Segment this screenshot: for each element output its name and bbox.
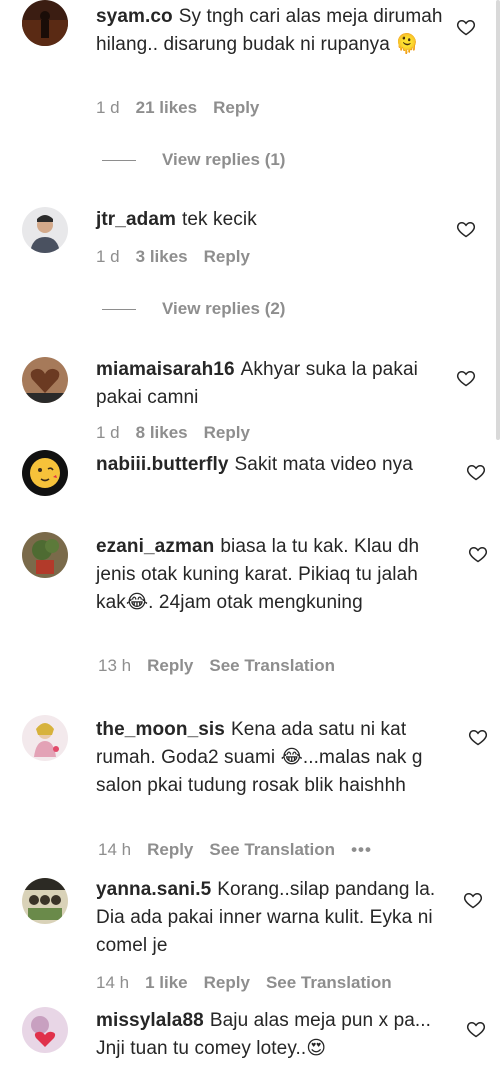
- comment-body: nabiii.butterfly Sakit mata video nya: [96, 451, 444, 479]
- comment-time: 14 h: [98, 840, 132, 859]
- comment-meta: 14 h 1 like Reply See Translation: [96, 973, 408, 993]
- heart-icon[interactable]: [468, 727, 488, 747]
- comment-body: the_moon_sis Kena ada satu ni kat rumah. …: [96, 716, 444, 800]
- comment-body: miamaisarah16 Akhyar suka la pakai pakai …: [96, 356, 444, 412]
- view-replies-button[interactable]: View replies (2): [102, 299, 285, 319]
- heart-icon[interactable]: [466, 462, 486, 482]
- comment-meta: 14 h Reply See Translation •••: [98, 840, 388, 860]
- view-replies-label: View replies (1): [162, 150, 286, 169]
- comment-time: 1 d: [96, 423, 120, 441]
- reply-button[interactable]: Reply: [204, 423, 250, 441]
- reply-button[interactable]: Reply: [147, 840, 193, 859]
- likes-count[interactable]: 8 likes: [136, 423, 188, 441]
- divider-line: [102, 160, 136, 162]
- scrollbar[interactable]: [496, 0, 500, 440]
- avatar[interactable]: [22, 450, 68, 496]
- see-translation-button[interactable]: See Translation: [266, 973, 392, 992]
- avatar[interactable]: [22, 357, 68, 403]
- divider-line: [102, 309, 136, 311]
- heart-icon[interactable]: [466, 1019, 486, 1039]
- heart-icon[interactable]: [456, 368, 476, 388]
- username-link[interactable]: ezani_azman: [96, 536, 214, 557]
- comment-text: tek kecik: [182, 209, 257, 230]
- likes-count[interactable]: 1 like: [145, 973, 188, 992]
- avatar[interactable]: [22, 715, 68, 761]
- likes-count[interactable]: 3 likes: [136, 247, 188, 266]
- heart-icon[interactable]: [456, 219, 476, 239]
- comment-meta: 1 d 8 likes Reply: [96, 423, 266, 441]
- comment-time: 14 h: [96, 973, 130, 992]
- reply-button[interactable]: Reply: [213, 98, 259, 117]
- see-translation-button[interactable]: See Translation: [209, 656, 335, 675]
- reply-button[interactable]: Reply: [204, 973, 250, 992]
- comment-meta: 13 h Reply See Translation: [98, 656, 351, 676]
- heart-icon[interactable]: [468, 544, 488, 564]
- reply-button[interactable]: Reply: [204, 247, 250, 266]
- avatar[interactable]: [22, 1007, 68, 1053]
- see-translation-button[interactable]: See Translation: [209, 840, 335, 859]
- avatar[interactable]: [22, 878, 68, 924]
- comment-body: jtr_adam tek kecik: [96, 206, 444, 234]
- view-replies-button[interactable]: View replies (1): [102, 150, 285, 170]
- username-link[interactable]: syam.co: [96, 6, 173, 27]
- comment-meta: 1 d 3 likes Reply: [96, 247, 266, 267]
- comment-body: ezani_azman biasa la tu kak. Klau dh jeni…: [96, 533, 444, 617]
- avatar[interactable]: [22, 0, 68, 46]
- likes-count[interactable]: 21 likes: [136, 98, 197, 117]
- view-replies-label: View replies (2): [162, 299, 286, 318]
- avatar[interactable]: [22, 207, 68, 253]
- reply-button[interactable]: Reply: [147, 656, 193, 675]
- comment-text: Sakit mata video nya: [234, 454, 413, 475]
- more-dots-icon[interactable]: •••: [351, 840, 372, 859]
- comment-time: 1 d: [96, 98, 120, 117]
- comment-body: yanna.sani.5 Korang..silap pandang la. Di…: [96, 876, 444, 960]
- username-link[interactable]: nabiii.butterfly: [96, 454, 229, 475]
- comment-meta: 1 d 21 likes Reply: [96, 98, 275, 118]
- username-link[interactable]: miamaisarah16: [96, 359, 235, 380]
- comment-time: 13 h: [98, 656, 132, 675]
- comment-body: syam.co Sy tngh cari alas meja dirumah hi…: [96, 3, 444, 59]
- username-link[interactable]: the_moon_sis: [96, 719, 225, 740]
- avatar[interactable]: [22, 532, 68, 578]
- username-link[interactable]: yanna.sani.5: [96, 879, 211, 900]
- comment-time: 1 d: [96, 247, 120, 266]
- heart-icon[interactable]: [463, 890, 483, 910]
- username-link[interactable]: jtr_adam: [96, 209, 176, 230]
- username-link[interactable]: missylala88: [96, 1010, 204, 1031]
- comment-body: missylala88 Baju alas meja pun x pa... Jn…: [96, 1007, 444, 1063]
- heart-icon[interactable]: [456, 17, 476, 37]
